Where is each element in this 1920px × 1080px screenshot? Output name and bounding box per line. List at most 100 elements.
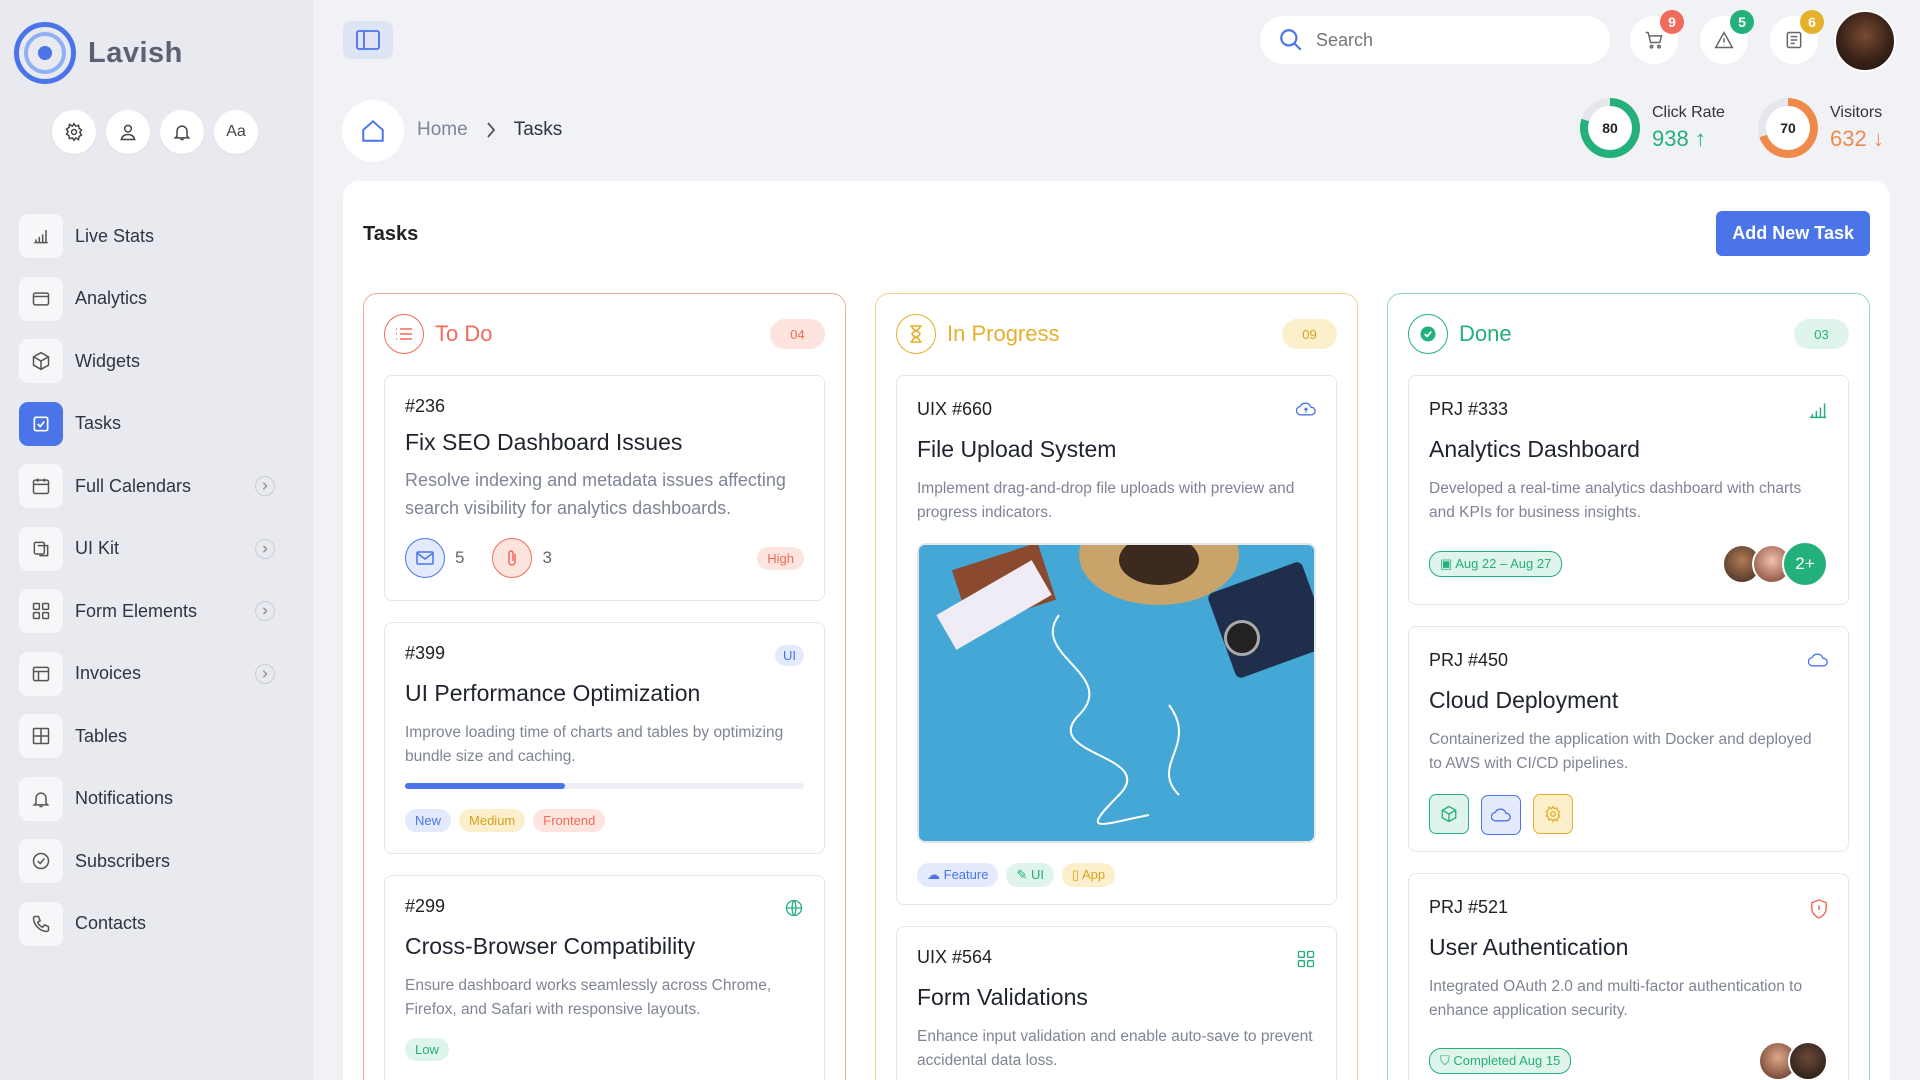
document-icon: [1786, 31, 1802, 49]
visitors-label: Visitors: [1830, 104, 1883, 121]
task-card[interactable]: PRJ #450 Cloud Deployment Containerized …: [1408, 626, 1849, 852]
bar-chart-icon: [1808, 401, 1828, 424]
tag-new: New: [405, 809, 452, 832]
alerts-button[interactable]: 5: [1700, 10, 1754, 64]
sidebar-item-ui-kit[interactable]: UI Kit: [19, 524, 297, 574]
task-card[interactable]: #299 Cross-Browser Compatibility Ensure …: [384, 875, 825, 1080]
breadcrumb: Home Tasks: [417, 119, 562, 141]
cloud-icon[interactable]: [1481, 795, 1521, 835]
task-desc: Improve loading time of charts and table…: [405, 724, 784, 765]
alerts-badge: 5: [1730, 10, 1754, 34]
search-bar[interactable]: [1260, 16, 1610, 64]
sidebar-item-label: Tables: [75, 725, 128, 746]
column-count: 04: [770, 319, 825, 349]
tag-frontend: Frontend: [533, 809, 606, 832]
breadcrumb-home[interactable]: Home: [417, 119, 468, 141]
click-rate-ring: 80: [1580, 98, 1640, 158]
logo[interactable]: Lavish: [14, 22, 183, 84]
sidebar-item-invoices[interactable]: Invoices: [19, 649, 297, 699]
notes-button[interactable]: 6: [1770, 10, 1824, 64]
chevron-right-icon[interactable]: [255, 663, 275, 684]
notes-badge: 6: [1800, 10, 1824, 34]
task-desc: Implement drag-and-drop file uploads wit…: [917, 480, 1295, 521]
calendar-icon: [19, 464, 63, 508]
attachment-count: 3: [542, 548, 552, 567]
chevron-right-icon[interactable]: [255, 476, 275, 496]
visitors-value: 632 ↓: [1830, 126, 1884, 151]
sidebar-item-form-elements[interactable]: Form Elements: [19, 586, 297, 636]
task-progress-fill: [405, 783, 565, 789]
chevron-right-icon: [487, 122, 495, 138]
task-title: Analytics Dashboard: [1429, 436, 1640, 462]
tag-ui: ✎ UI: [1006, 863, 1054, 887]
cart-icon: [1645, 31, 1663, 49]
task-card[interactable]: UIX #564 Form Validations Enhance input …: [896, 926, 1337, 1080]
sidebar-item-contacts[interactable]: Contacts: [19, 899, 297, 949]
avatar-group: [1758, 1041, 1828, 1080]
tag-medium: Medium: [459, 809, 526, 832]
column-count: 09: [1282, 319, 1337, 349]
sidebar-item-label: UI Kit: [75, 538, 120, 558]
home-button[interactable]: [342, 100, 404, 162]
task-card[interactable]: PRJ #333 Analytics Dashboard Developed a…: [1408, 375, 1849, 605]
avatar-group: 2+: [1722, 541, 1828, 587]
add-new-task-button[interactable]: Add New Task: [1716, 211, 1870, 256]
cart-button[interactable]: 9: [1630, 10, 1684, 64]
task-id: PRJ #333: [1429, 399, 1509, 419]
chevron-right-icon[interactable]: [255, 538, 275, 559]
mail-icon[interactable]: [405, 538, 445, 578]
task-card[interactable]: PRJ #521 User Authentication Integrated …: [1408, 873, 1849, 1080]
task-desc: Resolve indexing and metadata issues aff…: [405, 470, 786, 518]
brand-name: Lavish: [88, 36, 183, 69]
chevron-right-icon[interactable]: [255, 601, 275, 621]
home-icon: [362, 119, 384, 142]
sidebar-item-notifications[interactable]: Notifications: [19, 774, 297, 824]
task-card[interactable]: #236 Fix SEO Dashboard Issues Resolve in…: [384, 375, 825, 601]
hourglass-icon: [896, 314, 936, 354]
cart-badge: 9: [1660, 10, 1684, 34]
gear-icon[interactable]: [1533, 794, 1573, 834]
task-desc: Enhance input validation and enable auto…: [917, 1028, 1313, 1069]
sidebar-item-tables[interactable]: Tables: [19, 711, 297, 761]
task-card[interactable]: UIX #660 File Upload System Implement dr…: [896, 375, 1337, 905]
cube-icon[interactable]: [1429, 794, 1469, 834]
user-avatar[interactable]: [1834, 10, 1896, 72]
bell-icon: [173, 125, 191, 141]
cloud-icon: [1807, 652, 1828, 673]
task-card[interactable]: #399 UI UI Performance Optimization Impr…: [384, 622, 825, 854]
sidebar-toggle-button[interactable]: [343, 21, 393, 59]
tasks-panel: Tasks Add New Task To Do 04 #236 Fix SEO…: [343, 181, 1890, 1080]
sidebar: Lavish Aa Live Stats Analytics Widgets T…: [0, 0, 313, 1080]
sidebar-item-label: Contacts: [75, 913, 147, 933]
bar-chart-icon: [19, 214, 63, 258]
avatar[interactable]: [1788, 1041, 1828, 1080]
task-title: Fix SEO Dashboard Issues: [405, 429, 683, 455]
font-size-button[interactable]: Aa: [214, 110, 258, 154]
sidebar-item-tasks[interactable]: Tasks: [19, 399, 297, 449]
sidebar-item-live-stats[interactable]: Live Stats: [19, 211, 297, 261]
layers-icon: [19, 526, 63, 571]
task-desc: Developed a real-time analytics dashboar…: [1429, 480, 1802, 521]
sidebar-item-subscribers[interactable]: Subscribers: [19, 836, 297, 886]
sidebar-item-full-calendars[interactable]: Full Calendars: [19, 461, 297, 511]
click-rate-label: Click Rate: [1652, 104, 1725, 121]
task-title: File Upload System: [917, 436, 1117, 462]
click-rate-ring-value: 80: [1588, 106, 1632, 150]
profile-button[interactable]: [106, 110, 150, 154]
date-range-badge: ▣ Aug 22 – Aug 27: [1429, 551, 1563, 577]
column-done: Done 03 PRJ #333 Analytics Dashboard Dev…: [1387, 293, 1870, 1080]
check-circle-icon: [1408, 314, 1448, 354]
more-avatars-badge[interactable]: 2+: [1782, 541, 1828, 587]
settings-button[interactable]: [52, 110, 96, 154]
task-id: PRJ #521: [1429, 897, 1509, 917]
search-input[interactable]: [1316, 29, 1576, 51]
cube-icon: [19, 339, 63, 383]
sidebar-item-analytics[interactable]: Analytics: [19, 274, 297, 324]
sidebar-item-label: Notifications: [75, 788, 174, 808]
stat-visitors: 70 Visitors 632 ↓: [1758, 98, 1884, 158]
paperclip-icon[interactable]: [492, 538, 533, 578]
sidebar-nav: Live Stats Analytics Widgets Tasks Full …: [19, 211, 297, 961]
sidebar-item-widgets[interactable]: Widgets: [19, 336, 297, 386]
user-icon: [120, 124, 136, 141]
notifications-button[interactable]: [160, 110, 204, 154]
